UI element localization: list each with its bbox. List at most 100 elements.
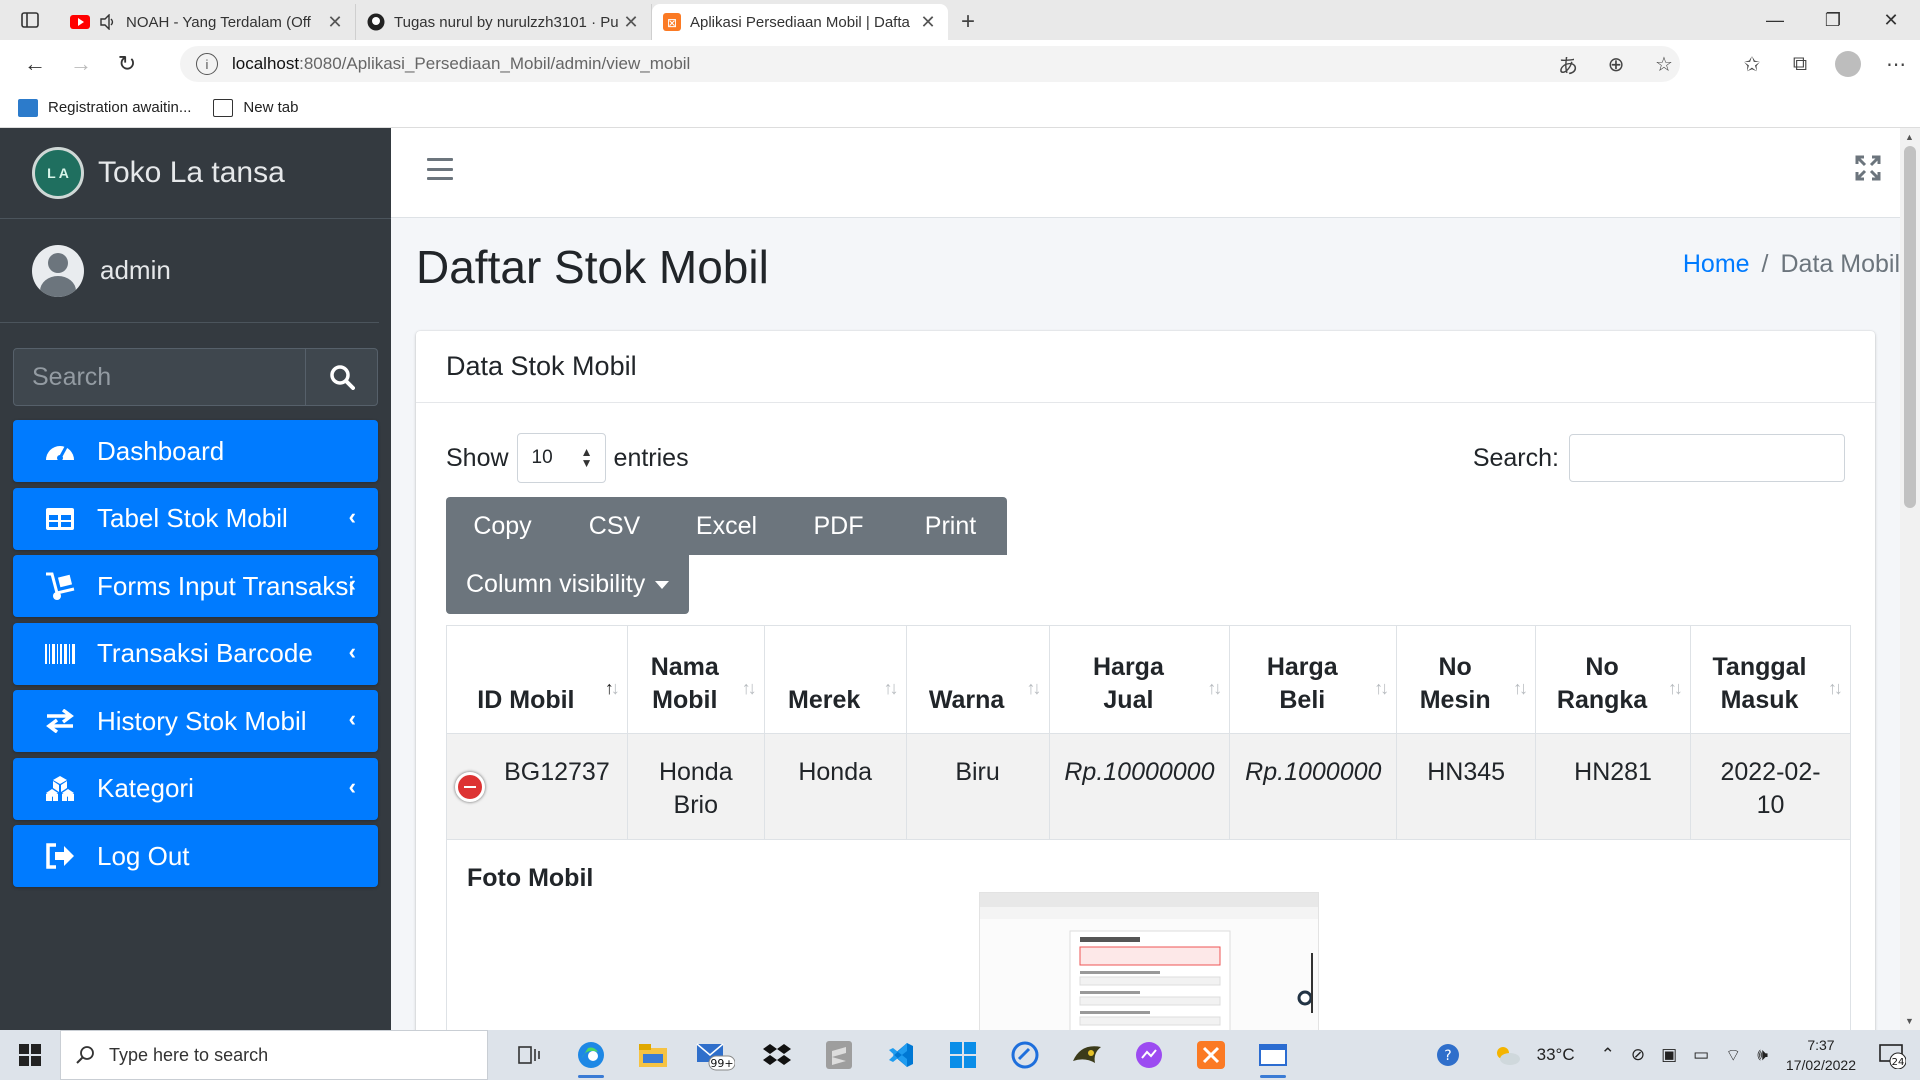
- csv-button[interactable]: CSV: [559, 497, 670, 555]
- column-header-nama-mobil[interactable]: Nama Mobil ↑↓: [626, 625, 765, 734]
- window-app-icon[interactable]: [1242, 1030, 1304, 1080]
- file-explorer-icon[interactable]: [622, 1030, 684, 1080]
- volume-icon[interactable]: 🕪: [1757, 1045, 1768, 1065]
- copy-button[interactable]: Copy: [446, 497, 559, 555]
- site-info-icon[interactable]: i: [196, 53, 218, 75]
- antivirus-icon[interactable]: ⊘: [1631, 1045, 1645, 1065]
- url-path: :8080/Aplikasi_Persediaan_Mobil/admin/vi…: [299, 54, 691, 73]
- restore-icon[interactable]: ❐: [1804, 0, 1862, 40]
- close-tab-icon[interactable]: ✕: [621, 12, 641, 33]
- column-header-no-mesin[interactable]: No Mesin ↑↓: [1396, 625, 1537, 734]
- app-circle-icon[interactable]: [994, 1030, 1056, 1080]
- sidebar-search-input[interactable]: Search: [13, 348, 306, 406]
- xampp-taskbar-icon[interactable]: [1180, 1030, 1242, 1080]
- collapse-row-icon[interactable]: [455, 772, 485, 802]
- sidebar-item-dashboard[interactable]: Dashboard: [13, 420, 378, 482]
- new-tab-button[interactable]: +: [948, 4, 988, 40]
- help-icon[interactable]: ?: [1435, 1042, 1461, 1068]
- sidebar-item-log-out[interactable]: Log Out: [13, 825, 378, 887]
- speaker-icon[interactable]: [98, 12, 118, 32]
- column-header-tanggal-masuk[interactable]: Tanggal Masuk ↑↓: [1690, 625, 1851, 734]
- sidebar-item-tabel-stok-mobil[interactable]: Tabel Stok Mobil ‹: [13, 487, 378, 550]
- notifications-icon[interactable]: 24: [1878, 1041, 1906, 1069]
- scrollbar-thumb[interactable]: [1904, 146, 1916, 508]
- entries-select[interactable]: 10 ▲ ▼: [516, 433, 606, 483]
- temperature[interactable]: 33°C: [1537, 1045, 1575, 1065]
- bookmark-item[interactable]: Registration awaitin...: [18, 98, 192, 117]
- windows-start-icon[interactable]: [0, 1030, 60, 1080]
- close-tab-icon[interactable]: ✕: [325, 12, 345, 33]
- network-monitor-icon[interactable]: ▣: [1661, 1045, 1677, 1065]
- hamburger-menu-icon[interactable]: [427, 158, 453, 180]
- notification-count: 24: [1892, 1057, 1905, 1068]
- table-search-input[interactable]: [1569, 434, 1845, 482]
- sidebar-item-history-stok-mobil[interactable]: History Stok Mobil ‹: [13, 690, 378, 752]
- scroll-up-icon[interactable]: ▲: [1905, 132, 1914, 142]
- table-row[interactable]: BG12737 Honda Brio Honda Biru Rp.10000000…: [446, 733, 1851, 840]
- clock[interactable]: 7:37 17/02/2022: [1786, 1035, 1856, 1075]
- breadcrumb-home-link[interactable]: Home: [1683, 250, 1750, 278]
- task-view-icon[interactable]: [498, 1030, 560, 1080]
- back-icon[interactable]: ←: [12, 44, 58, 84]
- sort-asc-icon: ↑↓: [604, 678, 620, 698]
- search-button[interactable]: [306, 348, 378, 406]
- column-header-harga-jual[interactable]: Harga Jual ↑↓: [1048, 625, 1231, 734]
- edge-icon[interactable]: [560, 1030, 622, 1080]
- game-icon[interactable]: [1056, 1030, 1118, 1080]
- sidebar-item-kategori[interactable]: Kategori ‹: [13, 757, 378, 820]
- brand-link[interactable]: L A Toko La tansa: [0, 128, 391, 219]
- user-panel[interactable]: admin: [0, 219, 379, 323]
- taskbar-search-input[interactable]: Type here to search: [60, 1030, 488, 1080]
- bookmark-item[interactable]: New tab: [213, 98, 298, 117]
- more-menu-icon[interactable]: ⋯: [1872, 44, 1920, 84]
- column-header-warna[interactable]: Warna ↑↓: [905, 625, 1050, 734]
- sidebar-item-transaksi-barcode[interactable]: Transaksi Barcode ‹: [13, 622, 378, 685]
- favorites-icon[interactable]: ✩: [1728, 44, 1776, 84]
- favorite-star-icon[interactable]: ☆: [1640, 44, 1688, 84]
- zoom-icon[interactable]: ⊕: [1592, 44, 1640, 84]
- cell-harga-beli: Rp.1000000: [1229, 733, 1398, 840]
- page-scrollbar[interactable]: ▲ ▼: [1900, 128, 1920, 1030]
- excel-button[interactable]: Excel: [670, 497, 783, 555]
- forward-icon[interactable]: →: [58, 44, 104, 84]
- microsoft-store-icon[interactable]: [932, 1030, 994, 1080]
- clock-time: 7:37: [1807, 1037, 1835, 1053]
- cell-no-mesin: HN345: [1396, 733, 1537, 840]
- column-header-merek[interactable]: Merek ↑↓: [763, 625, 907, 734]
- column-header-id-mobil[interactable]: ID Mobil ↑↓: [446, 625, 628, 734]
- sublime-icon[interactable]: [808, 1030, 870, 1080]
- web-page: L A Toko La tansa admin Search Dashboard…: [0, 128, 1920, 1030]
- refresh-icon[interactable]: ↻: [104, 44, 150, 84]
- weather-icon[interactable]: [1493, 1044, 1521, 1066]
- close-tab-icon[interactable]: ✕: [918, 12, 938, 33]
- tab-title: NOAH - Yang Terdalam (Off: [126, 13, 311, 31]
- cell-id-mobil[interactable]: BG12737: [446, 733, 628, 840]
- fullscreen-icon[interactable]: [1854, 154, 1882, 182]
- bookmark-label: Registration awaitin...: [48, 99, 192, 116]
- close-window-icon[interactable]: ✕: [1862, 0, 1920, 40]
- column-visibility-button[interactable]: Column visibility: [446, 555, 690, 614]
- column-header-no-rangka[interactable]: No Rangka ↑↓: [1535, 625, 1692, 734]
- pdf-button[interactable]: PDF: [783, 497, 894, 555]
- read-aloud-icon[interactable]: あ: [1544, 44, 1592, 84]
- vscode-icon[interactable]: [870, 1030, 932, 1080]
- chevron-up-icon[interactable]: ⌃: [1601, 1045, 1615, 1065]
- messenger-icon[interactable]: [1118, 1030, 1180, 1080]
- browser-tab-github[interactable]: Tugas nurul by nurulzzh3101 · Pu ✕: [356, 4, 652, 40]
- column-header-harga-beli[interactable]: Harga Beli ↑↓: [1229, 625, 1398, 734]
- column-header-text: Mobil: [652, 686, 718, 714]
- dropbox-icon[interactable]: [746, 1030, 808, 1080]
- tab-actions-icon[interactable]: [0, 0, 60, 40]
- battery-icon[interactable]: ▭: [1693, 1045, 1709, 1065]
- mail-icon[interactable]: 99+: [684, 1030, 746, 1080]
- scroll-down-icon[interactable]: ▼: [1905, 1016, 1914, 1026]
- profile-icon[interactable]: [1824, 44, 1872, 84]
- collections-icon[interactable]: ⧉: [1776, 44, 1824, 84]
- print-button[interactable]: Print: [894, 497, 1007, 555]
- wifi-icon[interactable]: ⌔: [1725, 1045, 1741, 1066]
- minimize-icon[interactable]: —: [1746, 0, 1804, 40]
- sidebar-item-forms-input-transaksi[interactable]: Forms Input Transaksi ‹: [13, 555, 378, 617]
- browser-tab-active[interactable]: ⊠ Aplikasi Persediaan Mobil | Dafta ✕: [652, 4, 948, 40]
- browser-tab-youtube[interactable]: NOAH - Yang Terdalam (Off ✕: [60, 4, 356, 40]
- address-bar[interactable]: i localhost:8080/Aplikasi_Persediaan_Mob…: [180, 46, 1680, 82]
